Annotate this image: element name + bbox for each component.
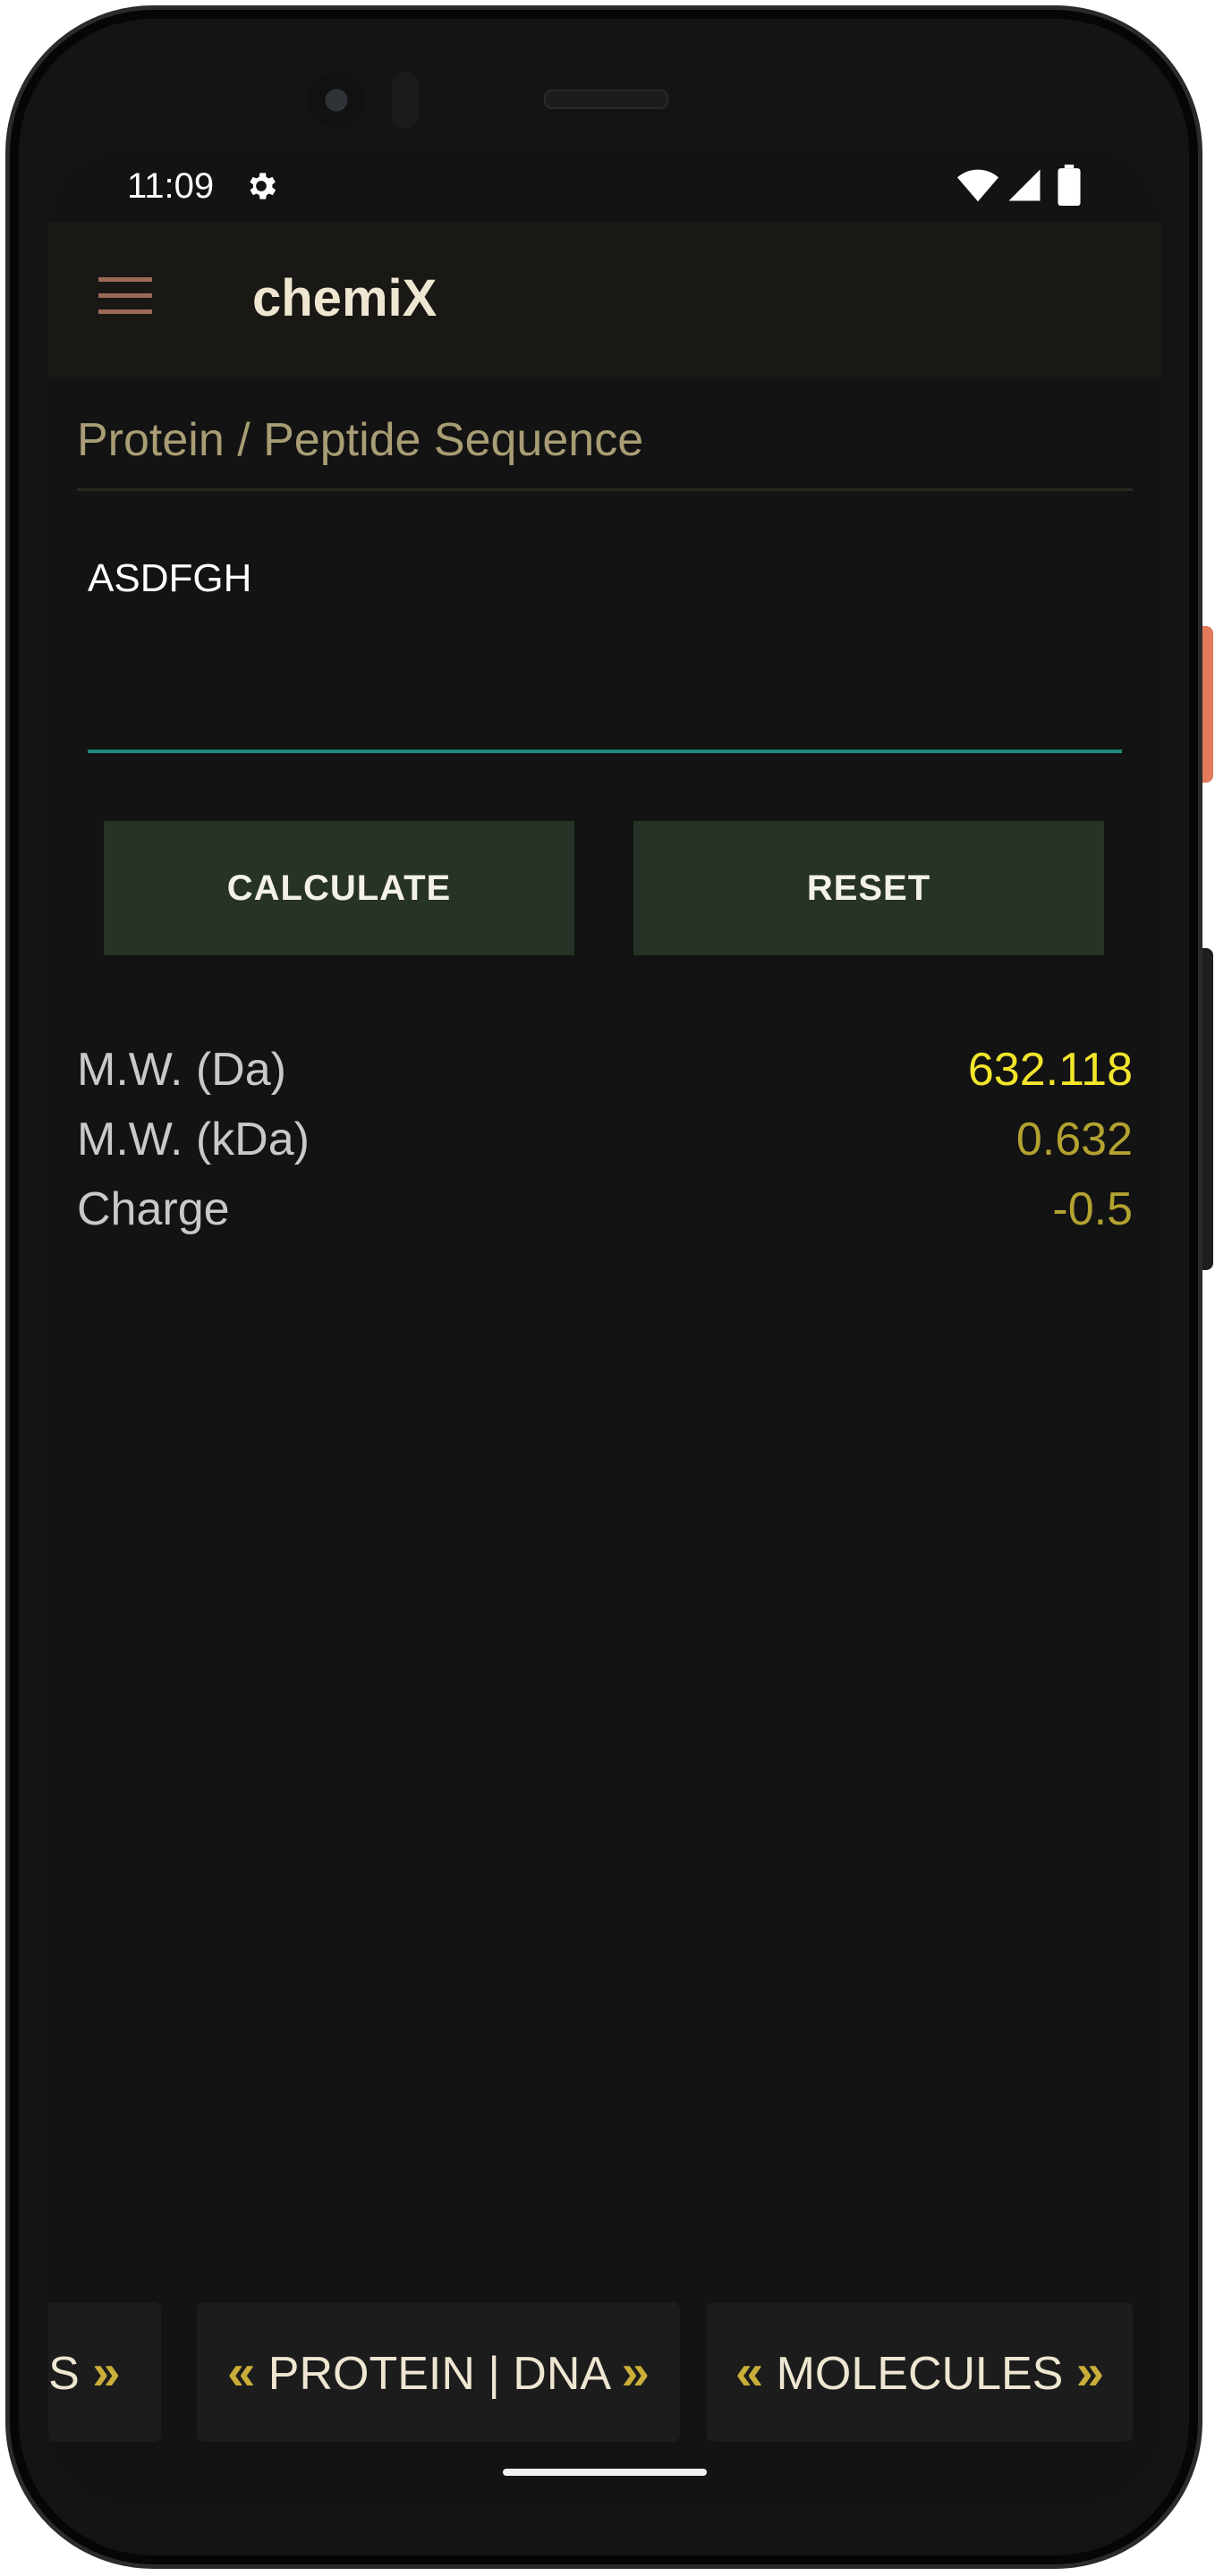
app-bar: chemiX [48,222,1161,379]
screen: 11:09 chemiX Protein / Peptide Sequence … [48,148,1161,2504]
sequence-input[interactable] [88,538,1122,753]
chevron-right-icon: » [1075,2343,1104,2400]
app-title: chemiX [252,269,438,327]
tab-label: PROTEIN | DNA [268,2348,609,2400]
bottom-tab-bar: IS » « PROTEIN | DNA » « MOLECULES » [48,2302,1161,2442]
result-value: 632.118 [967,1044,1133,1096]
reset-button[interactable]: RESET [633,821,1104,955]
battery-icon [1058,165,1081,206]
earpiece-speaker [544,89,668,109]
chevron-right-icon: » [92,2343,121,2400]
home-indicator[interactable] [503,2469,707,2476]
status-time: 11:09 [127,166,215,206]
tab-protein-dna[interactable]: « PROTEIN | DNA » [197,2302,680,2442]
chevron-left-icon: « [227,2343,256,2400]
label-divider [77,488,1133,491]
signal-icon [1008,169,1041,201]
tab-previous[interactable]: IS » [48,2302,161,2442]
result-row-mw-da: M.W. (Da) 632.118 [77,1043,1133,1113]
status-bar: 11:09 [48,148,1161,222]
proximity-sensor [392,72,419,129]
wifi-icon [957,169,998,202]
result-row-mw-kda: M.W. (kDa) 0.632 [77,1113,1133,1182]
results-list: M.W. (Da) 632.118 M.W. (kDa) 0.632 Charg… [77,1043,1133,1252]
hamburger-menu-icon[interactable] [98,275,152,317]
power-button [1202,626,1213,783]
front-camera [308,72,365,129]
tab-label: MOLECULES [776,2348,1064,2400]
tab-label: IS [48,2348,80,2400]
gear-icon [250,173,276,199]
result-value: -0.5 [1052,1183,1133,1235]
phone-frame: 11:09 chemiX Protein / Peptide Sequence … [0,0,1215,2576]
result-label: M.W. (kDa) [77,1114,310,1165]
chevron-right-icon: » [621,2343,650,2400]
result-label: Charge [77,1183,230,1235]
chevron-left-icon: « [735,2343,764,2400]
calculate-button[interactable]: CALCULATE [104,821,574,955]
sequence-field-label: Protein / Peptide Sequence [77,414,644,466]
tab-molecules[interactable]: « MOLECULES » [707,2302,1133,2442]
result-row-charge: Charge -0.5 [77,1182,1133,1252]
result-label: M.W. (Da) [77,1044,286,1096]
volume-button [1202,948,1213,1270]
result-value: 0.632 [1015,1114,1133,1165]
